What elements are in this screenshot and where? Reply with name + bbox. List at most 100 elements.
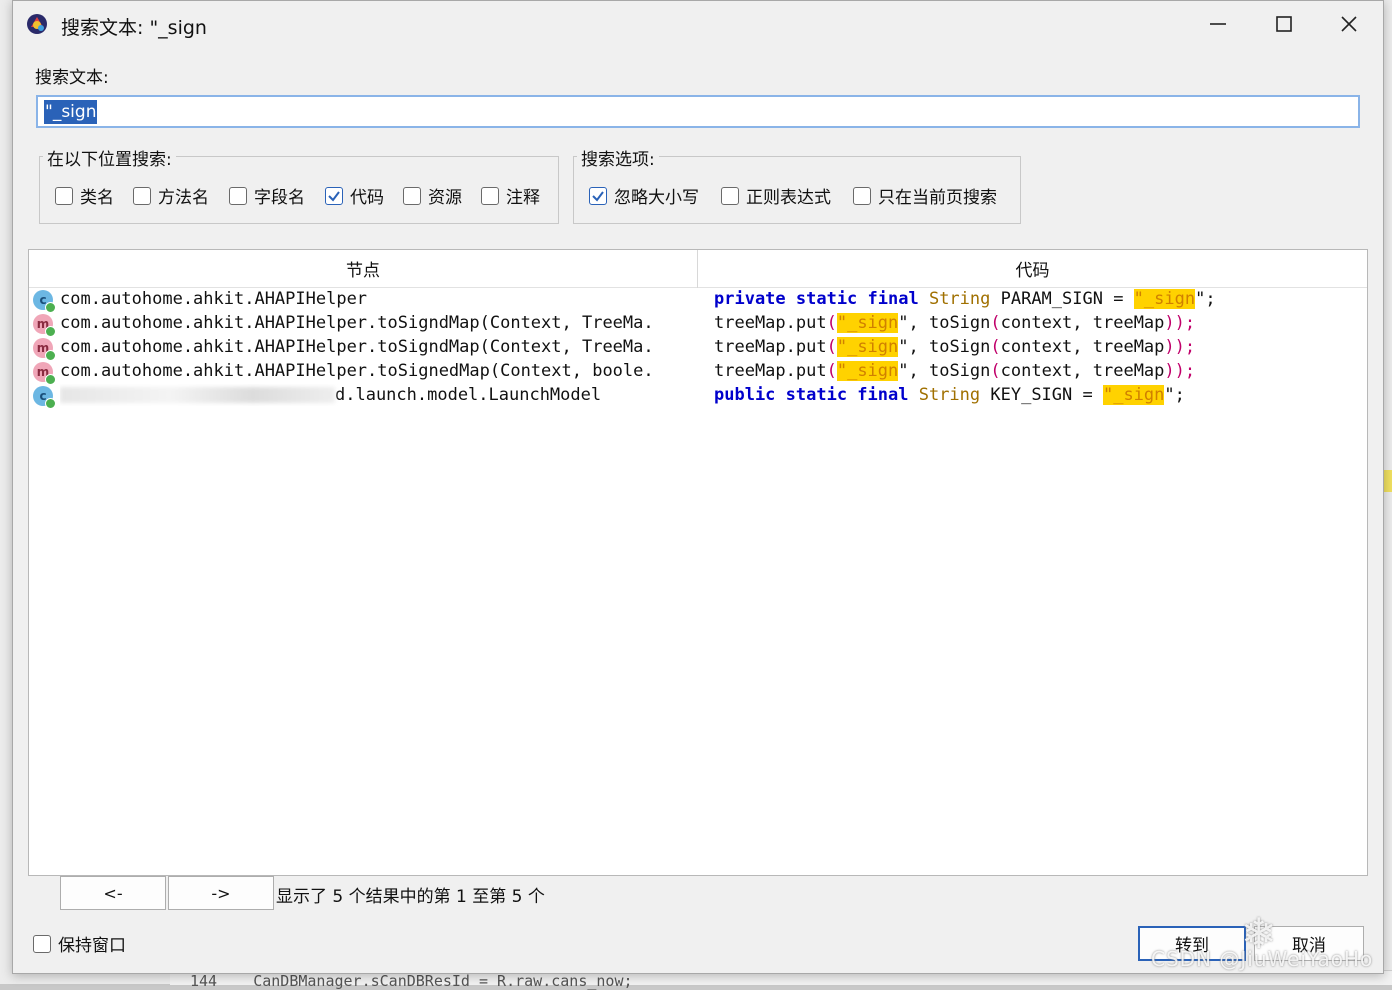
close-button[interactable] [1318,5,1380,43]
code-keyword: public static final [714,385,909,405]
match-highlight: "_sign [836,313,899,333]
minimize-button[interactable] [1187,5,1249,43]
code-call: treeMap.put [714,313,827,333]
window-title: 搜索文本: "_sign [61,17,207,39]
code-cell: treeMap.put("_sign", toSign(context, tre… [714,360,1195,382]
keep-window-checkbox[interactable]: 保持窗口 [33,931,126,956]
prev-page-button[interactable]: <- [60,876,166,910]
checkbox-box-checked[interactable] [589,186,607,205]
code-cell: private static final String PARAM_SIGN =… [714,288,1216,310]
code-suffix: "; [1195,289,1216,309]
code-keyword: private static final [714,289,919,309]
table-row[interactable]: m com.autohome.ahkit.AHAPIHelper.toSigne… [29,360,1367,385]
code-paren: ( [826,313,837,333]
checkbox-box[interactable] [133,186,151,205]
code-suffix: "; [1164,385,1185,405]
code-paren: ( [826,361,837,381]
search-input[interactable]: "_sign [36,95,1360,128]
checkbox-ignore-case[interactable]: 忽略大小写 [589,183,699,208]
node-cell: com.autohome.ahkit.AHAPIHelper.toSigndMa… [60,313,654,333]
code-cell: treeMap.put("_sign", toSign(context, tre… [714,336,1195,358]
search-dialog: 搜索文本: "_sign 搜索文本: "_sign 在以下位置搜索: 类名 方法… [12,0,1384,974]
table-row[interactable]: c com.autohome.ahkit.AHAPIHelper private… [29,288,1367,313]
column-header-node[interactable]: 节点 [29,250,697,288]
column-header-code[interactable]: 代码 [698,250,1367,288]
checkbox-resource[interactable]: 资源 [403,183,462,208]
code-name: KEY_SIGN = [980,385,1103,405]
checkbox-label: 代码 [350,188,384,208]
watermark-text: CSDN @JiuWeiYaoHo [1151,947,1374,971]
code-paren: ( [990,361,1001,381]
checkbox-box[interactable] [55,186,73,205]
checkbox-label: 忽略大小写 [614,188,699,208]
result-status-text: 显示了 5 个结果中的第 1 至第 5 个 [276,887,545,907]
node-visible-suffix: d.launch.model.LaunchModel [335,385,602,405]
checkbox-box[interactable] [853,186,871,205]
keep-window-label: 保持窗口 [58,936,126,956]
table-row[interactable]: c d.launch.model.LaunchModel public stat… [29,384,1367,409]
checkbox-label: 资源 [428,188,462,208]
minimize-icon [1210,23,1226,25]
node-cell: com.autohome.ahkit.AHAPIHelper.toSigndMa… [60,337,654,357]
checkbox-field-name[interactable]: 字段名 [229,183,305,208]
code-name: PARAM_SIGN = [990,289,1134,309]
code-type: String [918,385,981,405]
checkbox-label: 类名 [80,188,114,208]
close-icon [1341,16,1357,32]
checkbox-label: 方法名 [158,188,209,208]
background-code-line: 144 CanDBManager.sCanDBResId = R.raw.can… [190,972,633,990]
checkbox-label: 字段名 [254,188,305,208]
checkbox-regex[interactable]: 正则表达式 [721,183,831,208]
code-call: treeMap.put [714,361,827,381]
method-icon: m [33,362,56,385]
code-paren: ( [990,337,1001,357]
background-line-number: 144 [190,972,218,990]
search-options-legend: 搜索选项: [577,145,659,170]
search-input-value: "_sign [44,100,98,124]
background-scroll-marker [1384,470,1392,492]
code-type: String [928,289,991,309]
checkbox-comment[interactable]: 注释 [481,183,540,208]
code-cell: public static final String KEY_SIGN = "_… [714,384,1185,406]
results-table[interactable]: 节点 代码 c com.autohome.ahkit.AHAPIHelper p… [28,249,1368,876]
code-args: context, treeMap [1000,337,1165,357]
checkbox-code[interactable]: 代码 [325,183,384,208]
maximize-button[interactable] [1253,5,1315,43]
next-page-button[interactable]: -> [168,876,274,910]
checkbox-box[interactable] [481,186,499,205]
jadx-app-icon [27,14,47,34]
checkbox-box[interactable] [721,186,739,205]
checkmark-icon [592,190,604,202]
checkbox-box-checked[interactable] [325,186,343,205]
code-paren: )); [1164,337,1196,357]
background-line-code: CanDBManager.sCanDBResId = R.raw.cans_no… [253,972,633,990]
checkbox-label: 注释 [506,188,540,208]
checkbox-current-page-only[interactable]: 只在当前页搜索 [853,183,997,208]
table-row[interactable]: m com.autohome.ahkit.AHAPIHelper.toSignd… [29,312,1367,337]
search-location-legend: 在以下位置搜索: [43,145,176,170]
redacted-blur [60,387,335,403]
maximize-icon [1276,16,1292,32]
code-cell: treeMap.put("_sign", toSign(context, tre… [714,312,1195,334]
match-highlight: "_sign [836,361,899,381]
match-highlight: "_sign [836,337,899,357]
code-post: ", toSign [898,313,991,333]
code-post: ", toSign [898,361,991,381]
code-paren: )); [1164,361,1196,381]
checkbox-method-name[interactable]: 方法名 [133,183,209,208]
code-paren: )); [1164,313,1196,333]
method-icon: m [33,314,56,337]
class-icon: c [33,290,56,313]
class-icon: c [33,386,56,409]
checkmark-icon [328,190,340,202]
title-bar[interactable]: 搜索文本: "_sign [13,1,1383,47]
checkbox-label: 正则表达式 [746,188,831,208]
checkbox-box[interactable] [229,186,247,205]
checkbox-class-name[interactable]: 类名 [55,183,114,208]
checkbox-box[interactable] [33,934,51,953]
code-args: context, treeMap [1000,361,1165,381]
method-icon: m [33,338,56,361]
code-paren: ( [826,337,837,357]
checkbox-box[interactable] [403,186,421,205]
table-row[interactable]: m com.autohome.ahkit.AHAPIHelper.toSignd… [29,336,1367,361]
